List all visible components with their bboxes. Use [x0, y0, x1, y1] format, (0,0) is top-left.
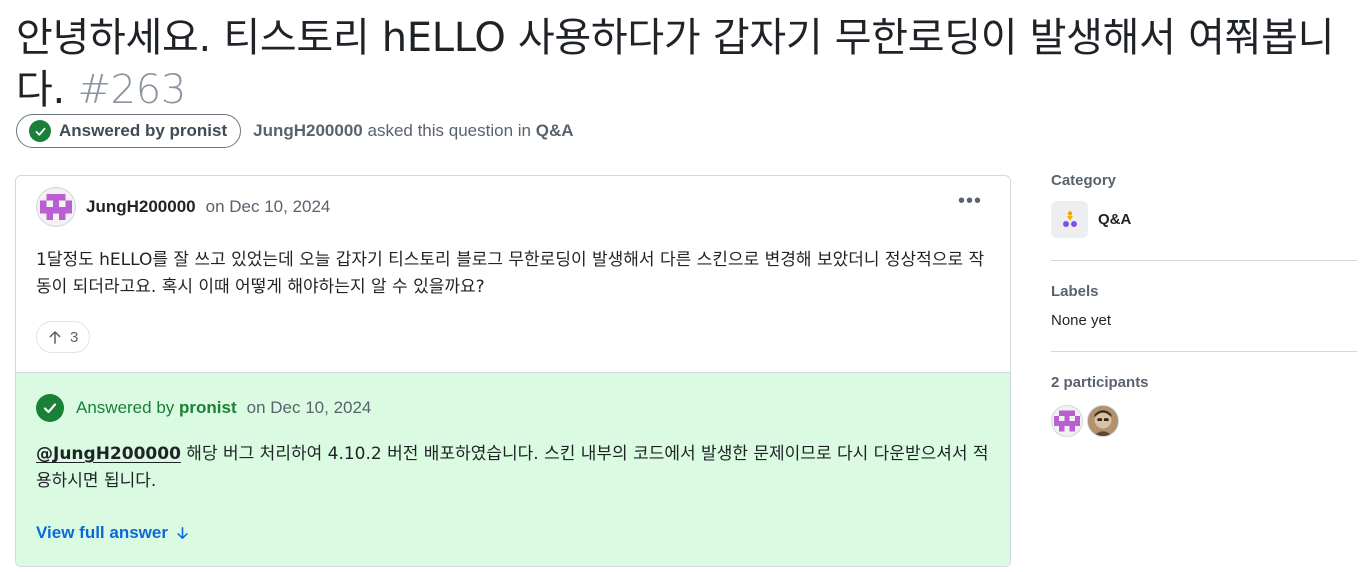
- check-circle-icon: [36, 394, 64, 422]
- avatar[interactable]: [1087, 405, 1119, 437]
- asked-by-text: JungH200000 asked this question in Q&A: [253, 121, 573, 141]
- view-full-answer-label: View full answer: [36, 523, 168, 542]
- answered-badge[interactable]: Answered by pronist: [16, 114, 242, 148]
- asker-link[interactable]: JungH200000: [253, 121, 363, 140]
- answer-header: Answered by pronist on Dec 10, 2024: [36, 393, 371, 423]
- discussion-sidebar: Category Q&A Labels None yet 2 participa…: [1051, 172, 1357, 437]
- category-heading: Category: [1051, 172, 1117, 189]
- answer-section: Answered by pronist on Dec 10, 2024 @Jun…: [16, 372, 1010, 566]
- avatar[interactable]: [1051, 405, 1083, 437]
- check-circle-icon: [29, 120, 51, 142]
- discussion-meta: Answered by pronist JungH200000 asked th…: [16, 113, 574, 149]
- participants-heading: 2 participants: [1051, 374, 1149, 391]
- view-full-answer-link[interactable]: View full answer: [36, 523, 189, 543]
- arrow-down-icon: [177, 526, 188, 540]
- post-date[interactable]: on Dec 10, 2024: [206, 197, 331, 217]
- upvote-count: 3: [70, 328, 79, 346]
- post-header: JungH200000 on Dec 10, 2024: [36, 186, 330, 228]
- category-item[interactable]: Q&A: [1051, 201, 1357, 238]
- title-text: 안녕하세요. 티스토리 hELLO 사용하다가 갑자기 무한로딩이 발생해서 여…: [16, 15, 1335, 113]
- asked-label: asked this question in: [367, 121, 532, 140]
- discussion-post-card: JungH200000 on Dec 10, 2024 ••• 1달정도 hEL…: [15, 175, 1011, 567]
- pray-emoji-icon: [1051, 201, 1088, 238]
- discussion-title: 안녕하세요. 티스토리 hELLO 사용하다가 갑자기 무한로딩이 발생해서 여…: [16, 12, 1346, 116]
- post-author[interactable]: JungH200000: [86, 197, 196, 217]
- answer-date[interactable]: on Dec 10, 2024: [247, 398, 372, 418]
- labels-value: None yet: [1051, 312, 1112, 329]
- labels-heading: Labels: [1051, 283, 1099, 300]
- sidebar-divider: [1051, 260, 1357, 261]
- category-link[interactable]: Q&A: [536, 121, 574, 140]
- upvote-button[interactable]: 3: [36, 321, 91, 353]
- sidebar-divider: [1051, 351, 1357, 352]
- answer-body: @JungH200000 해당 버그 처리하여 4.10.2 버전 배포하였습니…: [36, 441, 996, 495]
- avatar[interactable]: [36, 187, 76, 227]
- arrow-up-icon: [49, 330, 61, 344]
- kebab-horizontal-icon[interactable]: •••: [958, 190, 982, 213]
- answered-by-label: Answered by: [76, 398, 175, 417]
- answered-by-text: Answered by pronist: [76, 398, 237, 418]
- post-body: 1달정도 hELLO를 잘 쓰고 있었는데 오늘 갑자기 티스토리 블로그 무한…: [36, 250, 985, 297]
- discussion-number: #263: [77, 67, 187, 113]
- answer-author-link[interactable]: pronist: [179, 398, 237, 417]
- participants-list: [1051, 405, 1357, 437]
- user-mention[interactable]: @JungH200000: [36, 444, 181, 464]
- category-name: Q&A: [1098, 211, 1132, 228]
- answered-badge-label: Answered by pronist: [59, 121, 228, 140]
